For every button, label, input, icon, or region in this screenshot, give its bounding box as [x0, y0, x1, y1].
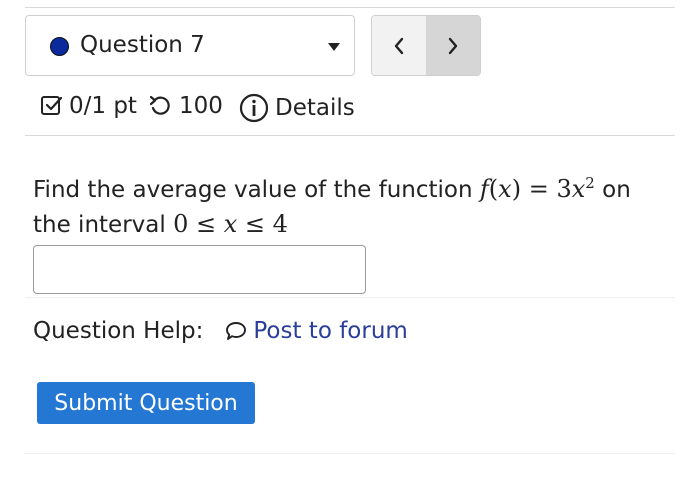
- chevron-right-icon: [449, 37, 458, 54]
- retry-icon: [149, 95, 170, 115]
- score-indicator: 0/1 pt: [40, 93, 137, 119]
- question-selector[interactable]: Question 7: [25, 15, 355, 76]
- interval-lower: 0 ≤: [173, 210, 224, 238]
- math-exponent: 2: [585, 174, 595, 192]
- retries-indicator: 100: [148, 93, 223, 119]
- question-help: Question Help: Post to forum: [33, 318, 408, 344]
- math-open-paren: (: [488, 175, 499, 203]
- question-status-dot: [50, 37, 69, 56]
- details-label: Details: [275, 95, 355, 121]
- checkbox-icon: [41, 96, 63, 115]
- submit-question-button[interactable]: Submit Question: [37, 382, 255, 424]
- info-icon: [239, 93, 269, 123]
- chevron-left-icon: [394, 37, 403, 54]
- function-expression: f(x) = 3x2: [479, 174, 595, 203]
- question-help-label: Question Help:: [33, 318, 204, 344]
- faint-divider-1: [25, 297, 675, 298]
- question-lead: Find the average value of the function: [33, 177, 480, 203]
- answer-input[interactable]: [33, 245, 366, 294]
- speech-bubble-icon: [226, 322, 247, 340]
- top-divider: [25, 7, 675, 8]
- math-f: f: [479, 175, 489, 203]
- question-on: on: [594, 177, 631, 203]
- post-to-forum-label: Post to forum: [253, 318, 408, 344]
- math-x: x: [498, 175, 512, 203]
- question-nav: [371, 15, 481, 76]
- next-question-button[interactable]: [426, 16, 480, 75]
- math-var-x: x: [571, 175, 586, 203]
- interval-var: x: [223, 210, 238, 238]
- section-divider: [25, 135, 675, 136]
- post-to-forum-link[interactable]: Post to forum: [225, 318, 408, 344]
- retries-count: 100: [179, 93, 223, 119]
- faint-divider-2: [25, 453, 675, 454]
- caret-down-icon: [328, 43, 340, 51]
- details-toggle[interactable]: Details: [239, 93, 355, 123]
- score-text: 0/1 pt: [69, 93, 137, 119]
- interval-upper: ≤ 4: [237, 210, 288, 238]
- question-interval-text: the interval: [33, 212, 174, 238]
- math-equals-3: = 3: [521, 175, 572, 203]
- question-text: Find the average value of the function f…: [33, 166, 673, 242]
- math-close-paren: ): [511, 175, 522, 203]
- question-selector-label: Question 7: [80, 32, 205, 58]
- interval-expression: 0 ≤ x ≤ 4: [173, 210, 288, 238]
- previous-question-button[interactable]: [372, 16, 427, 75]
